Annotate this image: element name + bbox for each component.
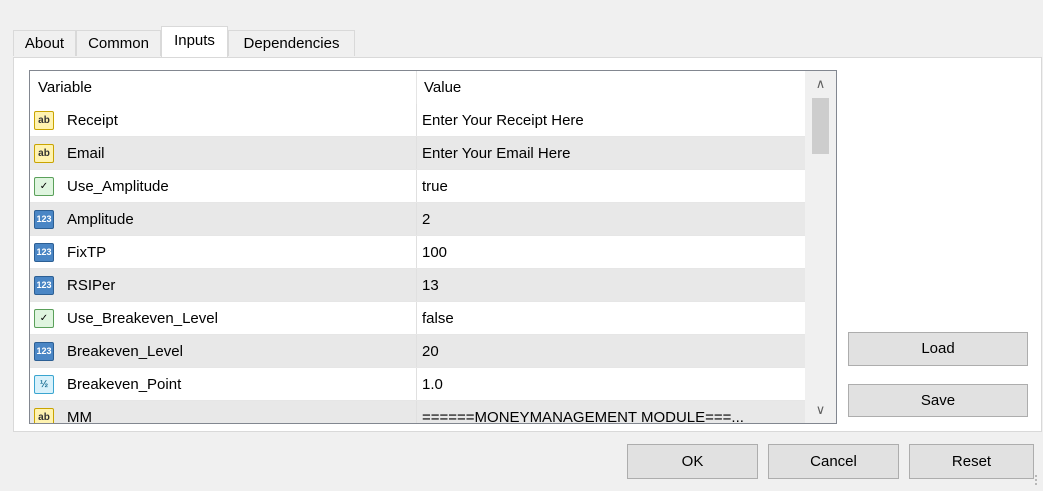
variable-name: Use_Breakeven_Level [67,310,218,327]
boolean-type-icon: ✓ [34,309,54,328]
load-button[interactable]: Load [848,332,1028,366]
tab-inputs[interactable]: Inputs [161,26,228,57]
row-column-divider [416,302,417,335]
tab-common[interactable]: Common [76,30,161,56]
variable-value[interactable]: ======MONEYMANAGEMENT MODULE===... [422,401,744,423]
table-row[interactable]: ✓ Use_Breakeven_Level false [30,302,805,335]
tab-about[interactable]: About [13,30,76,56]
string-type-icon: ab [34,111,54,130]
table-row[interactable]: ab Email Enter Your Email Here [30,137,805,170]
variable-name: Receipt [67,112,118,129]
column-header-value[interactable]: Value [424,71,461,104]
variable-value[interactable]: 1.0 [422,368,443,401]
string-type-icon: ab [34,144,54,163]
row-column-divider [416,269,417,302]
variable-value[interactable]: Enter Your Email Here [422,137,570,170]
column-header-variable[interactable]: Variable [38,71,92,104]
row-column-divider [416,104,417,137]
cancel-button[interactable]: Cancel [768,444,899,479]
variable-value[interactable]: 100 [422,236,447,269]
table-row[interactable]: ½ Breakeven_Point 1.0 [30,368,805,401]
scroll-up-arrow-icon[interactable]: ∧ [805,71,836,97]
grid-header: Variable Value [30,71,805,104]
variable-value[interactable]: true [422,170,448,203]
resize-grip-icon[interactable] [1035,475,1039,487]
integer-type-icon: 123 [34,276,54,295]
variable-name: RSIPer [67,277,116,294]
variable-value[interactable]: 2 [422,203,430,236]
table-row[interactable]: 123 Breakeven_Level 20 [30,335,805,368]
integer-type-icon: 123 [34,243,54,262]
table-row[interactable]: ab MM ======MONEYMANAGEMENT MODULE===... [30,401,805,424]
table-row[interactable]: ab Receipt Enter Your Receipt Here [30,104,805,137]
row-column-divider [416,368,417,401]
row-column-divider [416,401,417,423]
variable-value[interactable]: Enter Your Receipt Here [422,104,584,137]
row-column-divider [416,335,417,368]
variable-name: MM [67,409,92,424]
reset-button[interactable]: Reset [909,444,1034,479]
variable-name: Breakeven_Level [67,343,183,360]
table-row[interactable]: 123 Amplitude 2 [30,203,805,236]
row-column-divider [416,203,417,236]
integer-type-icon: 123 [34,342,54,361]
variable-name: Breakeven_Point [67,376,182,393]
row-column-divider [416,170,417,203]
variable-name: Use_Amplitude [67,178,169,195]
scroll-down-arrow-icon[interactable]: ∨ [805,397,836,423]
table-row[interactable]: ✓ Use_Amplitude true [30,170,805,203]
boolean-type-icon: ✓ [34,177,54,196]
row-column-divider [416,137,417,170]
table-row[interactable]: 123 RSIPer 13 [30,269,805,302]
table-row[interactable]: 123 FixTP 100 [30,236,805,269]
variable-value[interactable]: false [422,302,454,335]
variable-name: Amplitude [67,211,134,228]
string-type-icon: ab [34,408,54,423]
column-divider[interactable] [416,71,417,104]
ok-button[interactable]: OK [627,444,758,479]
variable-name: FixTP [67,244,107,261]
variable-name: Email [67,145,105,162]
tab-dependencies[interactable]: Dependencies [228,30,355,56]
variable-value[interactable]: 20 [422,335,439,368]
vertical-scrollbar[interactable]: ∧ ∨ [805,71,836,423]
variable-value[interactable]: 13 [422,269,439,302]
scrollbar-thumb[interactable] [812,98,829,154]
double-type-icon: ½ [34,375,54,394]
save-button[interactable]: Save [848,384,1028,417]
integer-type-icon: 123 [34,210,54,229]
row-column-divider [416,236,417,269]
inputs-grid[interactable]: Variable Value ab Receipt Enter Your Recei… [29,70,837,424]
